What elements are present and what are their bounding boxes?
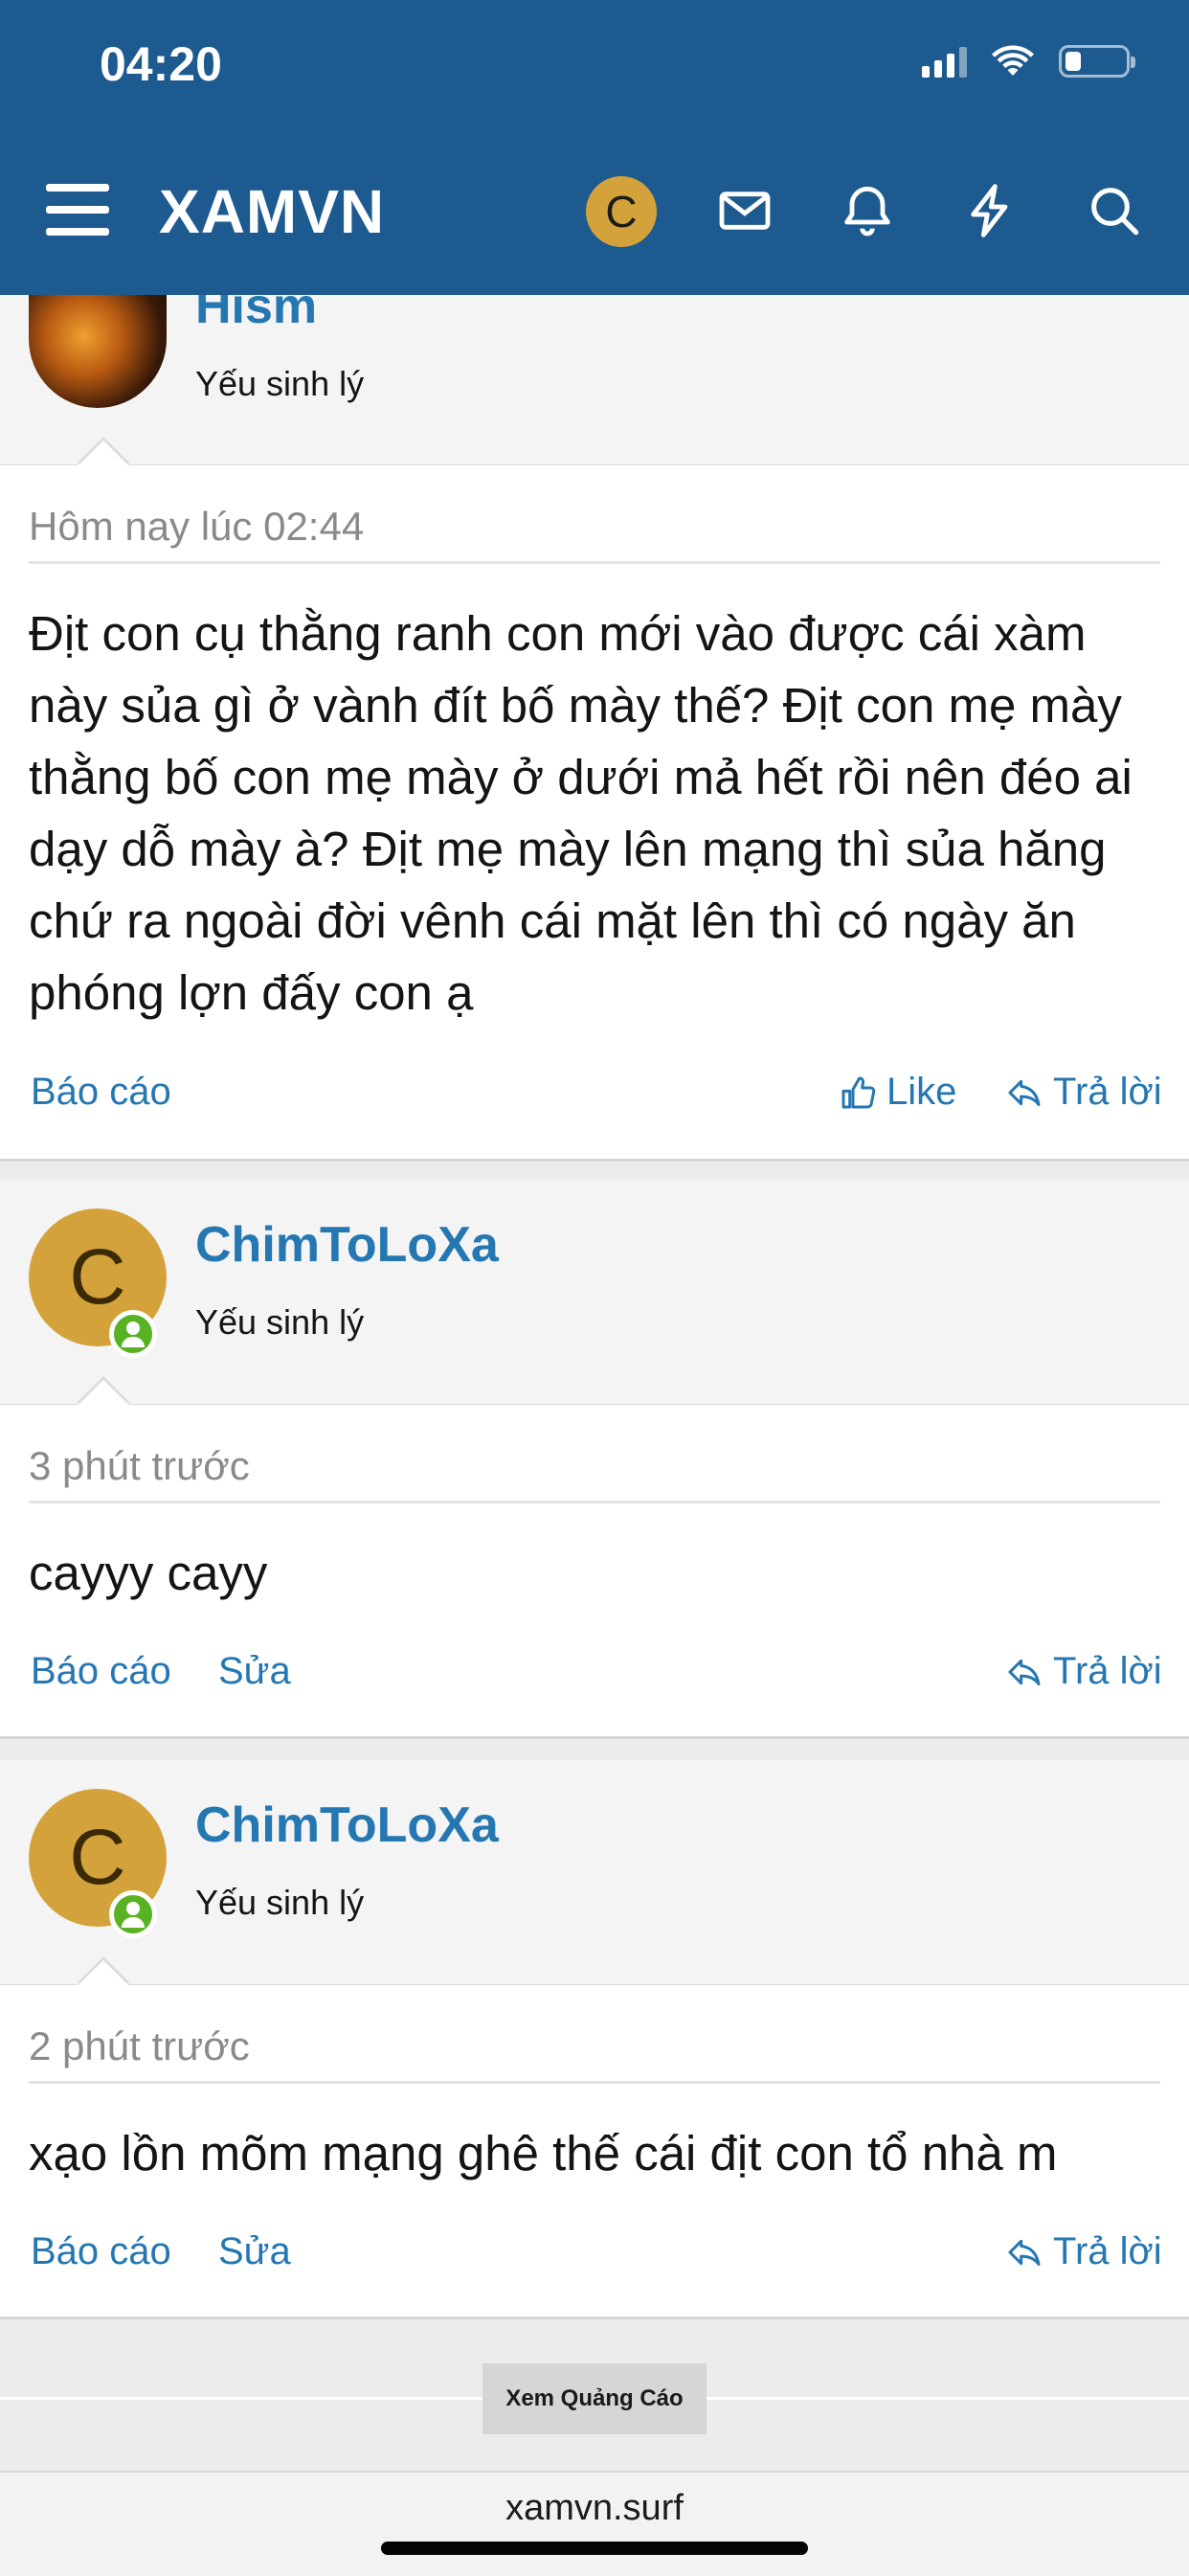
username[interactable]: ChimToLoXa: [195, 1796, 499, 1854]
edit-label: Sửa: [218, 1650, 291, 1692]
post-message: Địt con cụ thằng ranh con mới vào được c…: [29, 606, 1133, 1020]
date-divider: [29, 1501, 1160, 1503]
report-link[interactable]: Báo cáo: [31, 2230, 171, 2273]
reply-arrow-icon: [1008, 2239, 1041, 2266]
reply-arrow-icon: [1008, 1079, 1041, 1106]
battery-icon: [1059, 45, 1135, 78]
edit-link[interactable]: Sửa: [218, 2230, 291, 2273]
like-button[interactable]: Like: [839, 1071, 956, 1114]
online-status-icon: [109, 1310, 157, 1358]
reply-arrow-icon: [1008, 1659, 1041, 1685]
post-date[interactable]: 2 phút trước: [29, 2023, 250, 2069]
user-title: Yếu sinh lý: [195, 1883, 365, 1922]
reply-label: Trả lời: [1053, 1071, 1162, 1113]
status-icons: [922, 44, 1135, 79]
cellular-signal-icon: [922, 45, 967, 78]
online-status-icon: [109, 1890, 157, 1938]
post-date[interactable]: Hôm nay lúc 02:44: [29, 504, 364, 550]
post-2-notch: [79, 1380, 128, 1405]
browser-url-bar[interactable]: xamvn.surf: [0, 2471, 1189, 2576]
report-label: Báo cáo: [31, 1071, 171, 1113]
post-2-header: C ChimToLoXa Yếu sinh lý: [0, 1180, 1189, 1407]
home-indicator[interactable]: [381, 2542, 808, 2555]
view-ad-button[interactable]: Xem Quảng Cáo: [482, 2363, 707, 2434]
reply-button[interactable]: Trả lời: [1005, 2230, 1162, 2273]
nav-bar: XAMVN C: [0, 163, 1189, 259]
post-3-notch: [79, 1960, 128, 1985]
post-3-header: C ChimToLoXa Yếu sinh lý: [0, 1760, 1189, 1987]
report-label: Báo cáo: [31, 1650, 171, 1692]
status-time: 04:20: [100, 37, 222, 91]
username[interactable]: ChimToLoXa: [195, 1216, 499, 1274]
post-date[interactable]: 3 phút trước: [29, 1443, 250, 1489]
mail-icon[interactable]: [714, 180, 775, 241]
url-text[interactable]: xamvn.surf: [0, 2488, 1189, 2529]
report-label: Báo cáo: [31, 2230, 171, 2272]
site-logo[interactable]: XAMVN: [159, 176, 385, 247]
like-label: Like: [886, 1071, 957, 1113]
post-1-header: Hism Yếu sinh lý: [0, 278, 1189, 467]
bell-icon[interactable]: [837, 180, 898, 241]
post-message: cayyy cayy: [29, 1546, 268, 1600]
post-3-body: 2 phút trước xạo lồn mõm mạng ghê thế cá…: [0, 1985, 1189, 2319]
report-link[interactable]: Báo cáo: [31, 1071, 171, 1114]
edit-link[interactable]: Sửa: [218, 1650, 291, 1693]
reply-label: Trả lời: [1053, 1650, 1162, 1692]
reply-button[interactable]: Trả lời: [1005, 1071, 1162, 1114]
date-divider: [29, 2081, 1160, 2084]
menu-icon[interactable]: [46, 184, 109, 237]
post-1-body: Hôm nay lúc 02:44 Địt con cụ thằng ranh …: [0, 465, 1189, 1162]
report-link[interactable]: Báo cáo: [31, 1650, 171, 1693]
post-1-notch: [79, 441, 128, 465]
user-title: Yếu sinh lý: [195, 1302, 365, 1342]
app-header: 04:20 XAMVN C: [0, 0, 1189, 295]
lightning-icon[interactable]: [959, 180, 1021, 241]
edit-label: Sửa: [218, 2230, 291, 2272]
reply-label: Trả lời: [1053, 2230, 1162, 2272]
user-title: Yếu sinh lý: [195, 364, 365, 403]
reply-button[interactable]: Trả lời: [1005, 1650, 1162, 1693]
post-2-body: 3 phút trước cayyy cayy Báo cáo Sửa Trả …: [0, 1405, 1189, 1739]
search-icon[interactable]: [1084, 180, 1145, 241]
wifi-icon: [992, 45, 1034, 76]
user-avatar[interactable]: [29, 278, 167, 408]
thumbs-up-icon: [841, 1076, 876, 1108]
account-avatar[interactable]: C: [586, 176, 657, 247]
date-divider: [29, 561, 1160, 564]
post-message: xạo lồn mõm mạng ghê thế cái địt con tổ …: [29, 2126, 1058, 2181]
